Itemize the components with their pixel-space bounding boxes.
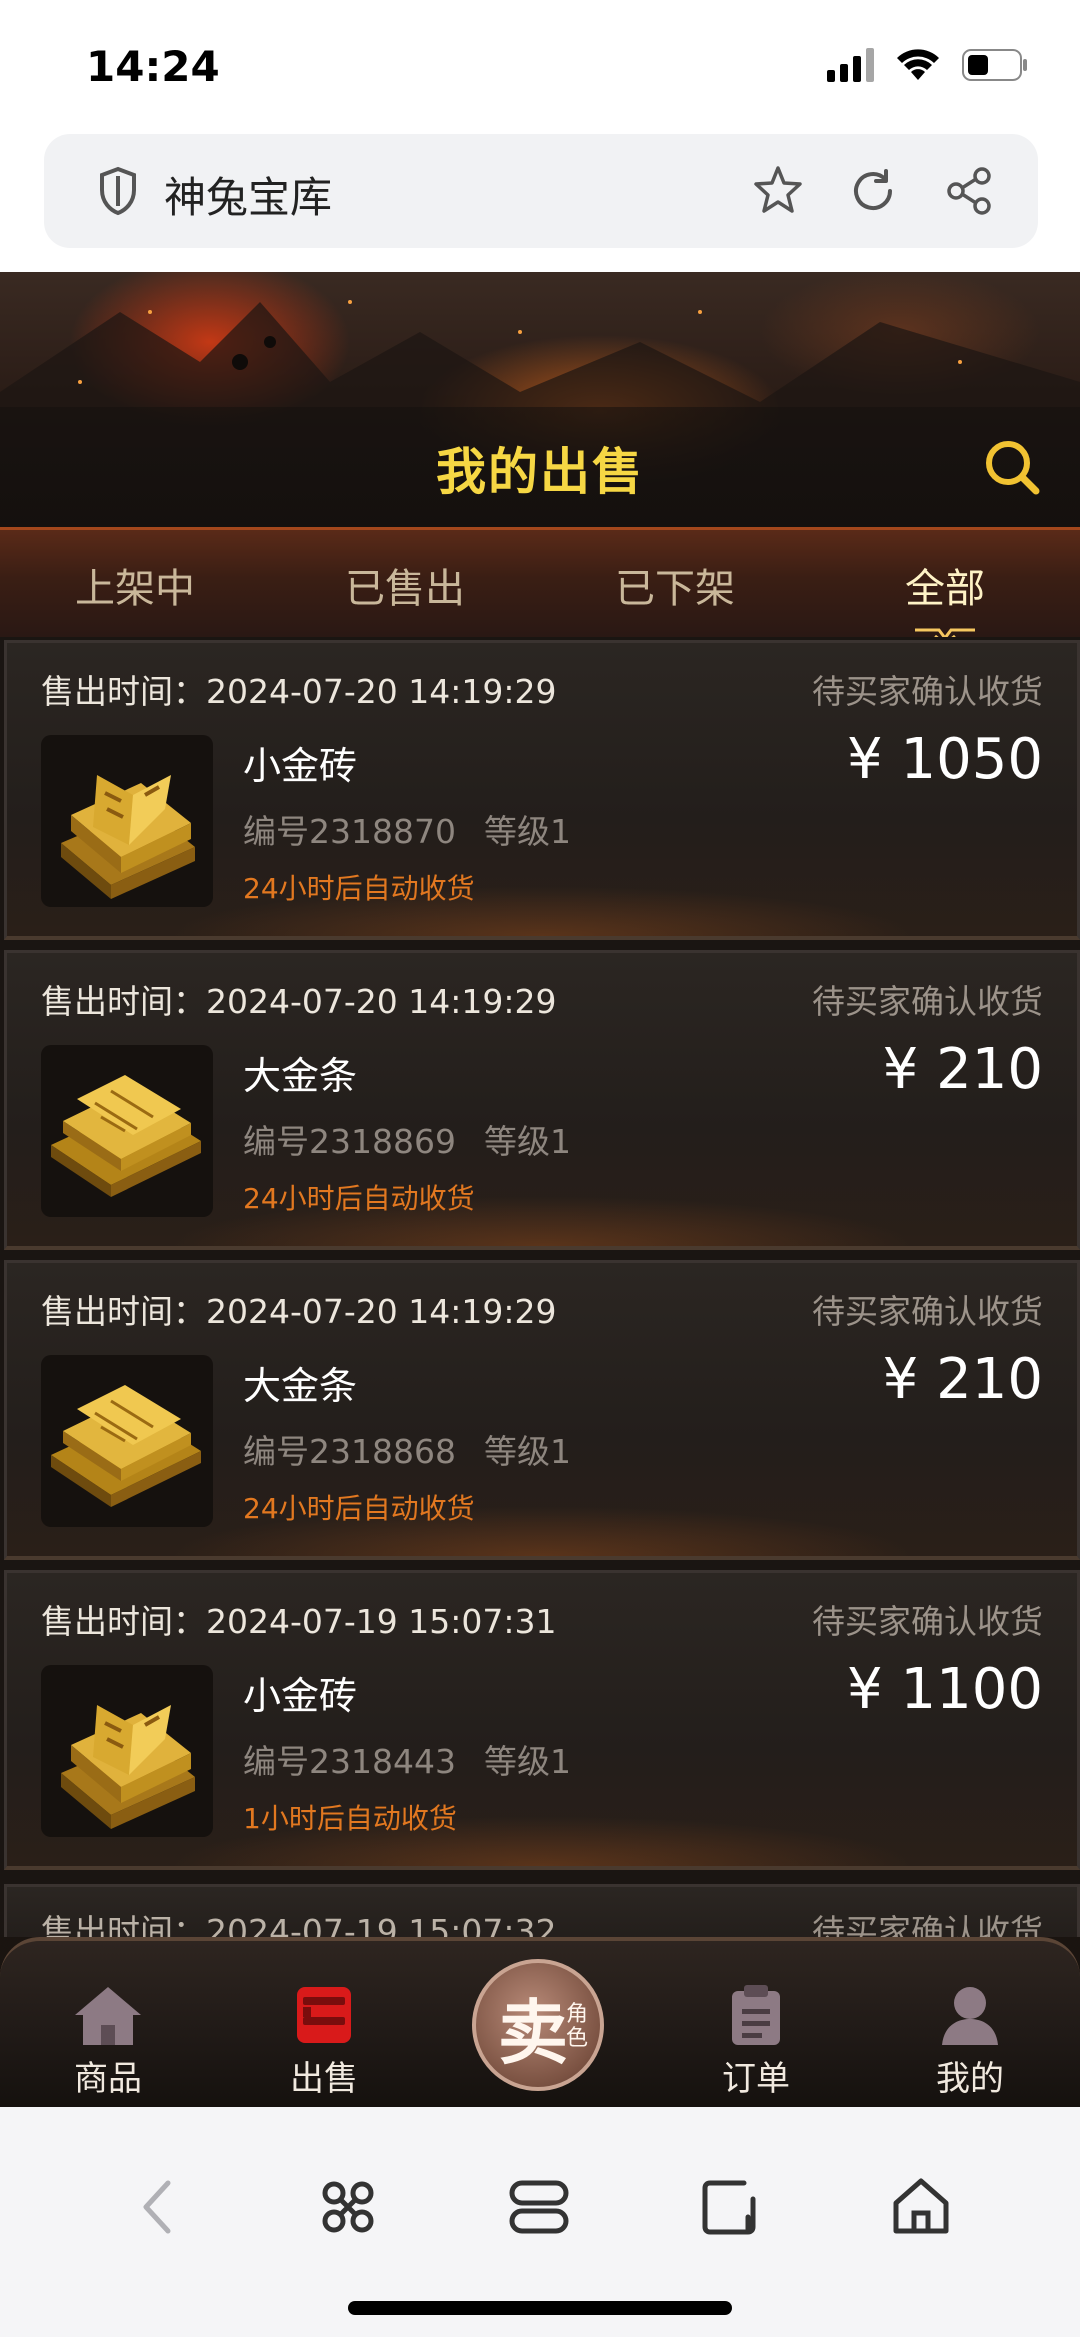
sell-role-button[interactable]: 卖 角色 — [472, 1959, 604, 2091]
tabbar-label: 订单 — [722, 2059, 790, 2099]
item-name: 大金条 — [243, 1364, 358, 1408]
sell-button-sublabel: 角色 — [566, 2002, 589, 2051]
tab-label: 已售出 — [345, 566, 465, 612]
banner-header: 我的出售 — [0, 272, 1080, 527]
status-icons — [827, 48, 1028, 82]
order-status: 待买家确认收货 — [812, 672, 1043, 711]
order-card[interactable]: 售出时间：2024-07-19 15:07:31 待买家确认收货 小金砖 编号2… — [4, 1570, 1080, 1870]
bottom-tabbar: 商品 出售 卖 角色 订单 我的 — [0, 1937, 1080, 2107]
sold-time: 售出时间：2024-07-19 15:07:31 — [41, 1602, 557, 1641]
status-bar: 14:24 — [0, 0, 1080, 130]
back-icon[interactable] — [134, 2177, 180, 2241]
sold-time: 售出时间：2024-07-19 15:07:32 — [41, 1912, 557, 1937]
tab-listed[interactable]: 上架中 — [0, 530, 270, 637]
reload-icon[interactable] — [848, 166, 898, 220]
order-status: 待买家确认收货 — [812, 1602, 1043, 1641]
item-serial: 编号2318868 — [243, 1432, 456, 1471]
order-card[interactable]: 售出时间：2024-07-20 14:19:29 待买家确认收货 大金条 编号2… — [4, 1260, 1080, 1560]
order-card[interactable]: 售出时间：2024-07-20 14:19:29 待买家确认收货 小金砖 编号2… — [4, 640, 1080, 940]
shield-icon — [98, 166, 138, 220]
gold-bar-icon — [41, 1045, 213, 1217]
item-level: 等级1 — [483, 1432, 571, 1471]
tabbar-label: 商品 — [74, 2059, 142, 2099]
tabbar-item-mine[interactable]: 我的 — [900, 1979, 1040, 2100]
status-tabs: 上架中 已售出 已下架 全部 — [0, 527, 1080, 646]
order-status: 待买家确认收货 — [812, 1912, 1043, 1937]
item-serial: 编号2318870 — [243, 812, 456, 851]
auto-receive-note: 24小时后自动收货 — [243, 872, 475, 905]
order-status: 待买家确认收货 — [812, 982, 1043, 1021]
home-indicator[interactable] — [348, 2301, 732, 2315]
price: ¥ 210 — [882, 1037, 1043, 1102]
item-level: 等级1 — [483, 1742, 571, 1781]
battery-icon — [962, 49, 1028, 81]
star-icon[interactable] — [752, 164, 804, 220]
tab-label: 已下架 — [615, 566, 735, 612]
wifi-icon — [896, 48, 940, 82]
item-serial: 编号2318869 — [243, 1122, 456, 1161]
new-tab-icon[interactable] — [700, 2177, 760, 2241]
item-level: 等级1 — [483, 812, 571, 851]
apps-icon[interactable] — [318, 2177, 378, 2241]
tabbar-item-orders[interactable]: 订单 — [686, 1979, 826, 2100]
tab-label: 上架中 — [75, 566, 195, 612]
clipboard-icon — [686, 1979, 826, 2047]
price: ¥ 1050 — [847, 727, 1043, 792]
tab-delisted[interactable]: 已下架 — [540, 530, 810, 637]
gold-brick-icon — [41, 1665, 213, 1837]
address-bar[interactable]: 神兔宝库 — [44, 134, 1038, 248]
auto-receive-note: 1小时后自动收货 — [243, 1802, 457, 1835]
price: ¥ 210 — [882, 1347, 1043, 1412]
house-icon — [38, 1979, 178, 2047]
tab-label: 全部 — [905, 566, 985, 612]
tab-all[interactable]: 全部 — [810, 530, 1080, 646]
status-time: 14:24 — [86, 42, 220, 91]
order-status: 待买家确认收货 — [812, 1292, 1043, 1331]
tabbar-item-products[interactable]: 商品 — [38, 1979, 178, 2100]
item-meta: 编号2318869 等级1 — [243, 1115, 571, 1163]
browser-header: 神兔宝库 — [0, 130, 1080, 272]
browser-bottom-nav — [0, 2107, 1080, 2337]
tabbar-label: 我的 — [936, 2059, 1004, 2099]
user-icon — [900, 1979, 1040, 2047]
sold-time: 售出时间：2024-07-20 14:19:29 — [41, 982, 557, 1021]
order-card[interactable]: 售出时间：2024-07-20 14:19:29 待买家确认收货 大金条 编号2… — [4, 950, 1080, 1250]
price: ¥ 1100 — [847, 1657, 1043, 1722]
page-title: 我的出售 — [436, 443, 644, 501]
browser-page-title: 神兔宝库 — [164, 173, 333, 222]
sold-time: 售出时间：2024-07-20 14:19:29 — [41, 672, 557, 711]
home-icon[interactable] — [890, 2177, 952, 2241]
item-name: 大金条 — [243, 1054, 358, 1098]
sell-box-icon — [254, 1979, 394, 2047]
tabbar-label: 出售 — [290, 2059, 358, 2099]
sold-time: 售出时间：2024-07-20 14:19:29 — [41, 1292, 557, 1331]
order-card-partial[interactable]: 售出时间：2024-07-19 15:07:32 待买家确认收货 — [4, 1884, 1080, 1937]
tabbar-item-sell[interactable]: 出售 — [254, 1979, 394, 2100]
auto-receive-note: 24小时后自动收货 — [243, 1182, 475, 1215]
item-serial: 编号2318443 — [243, 1742, 456, 1781]
order-list: 售出时间：2024-07-20 14:19:29 待买家确认收货 小金砖 编号2… — [0, 637, 1080, 1937]
tabs-overview-icon[interactable] — [508, 2177, 570, 2241]
item-level: 等级1 — [483, 1122, 571, 1161]
item-meta: 编号2318870 等级1 — [243, 805, 571, 853]
share-icon[interactable] — [944, 166, 994, 220]
item-meta: 编号2318868 等级1 — [243, 1425, 571, 1473]
gold-brick-icon — [41, 735, 213, 907]
tab-sold[interactable]: 已售出 — [270, 530, 540, 637]
item-name: 小金砖 — [243, 744, 358, 788]
gold-bar-icon — [41, 1355, 213, 1527]
item-name: 小金砖 — [243, 1674, 358, 1718]
signal-icon — [827, 48, 874, 82]
auto-receive-note: 24小时后自动收货 — [243, 1492, 475, 1525]
item-meta: 编号2318443 等级1 — [243, 1735, 571, 1783]
sell-button-label: 卖 — [498, 1992, 568, 2074]
search-icon[interactable] — [982, 437, 1042, 501]
